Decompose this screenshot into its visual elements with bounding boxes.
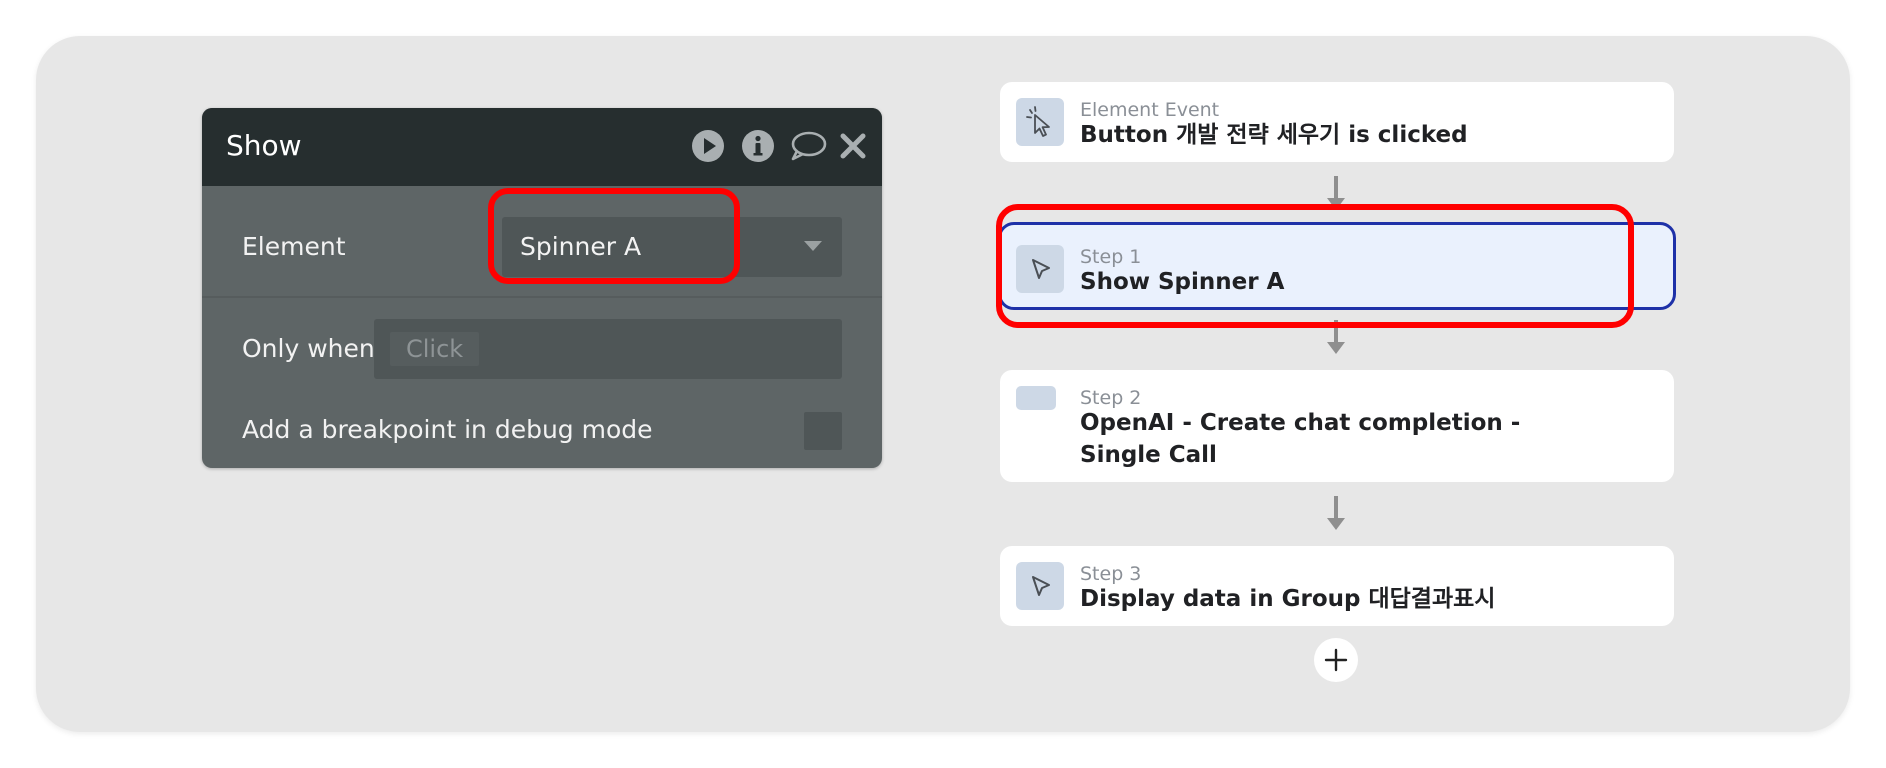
step-2-kicker: Step 2 xyxy=(1080,387,1142,409)
step-1-card[interactable]: Step 1 Show Spinner A xyxy=(998,222,1676,310)
play-circle-icon[interactable] xyxy=(690,128,726,164)
cursor-icon xyxy=(1016,562,1064,610)
chevron-down-icon xyxy=(804,241,822,251)
breakpoint-checkbox[interactable] xyxy=(804,412,842,450)
element-dropdown[interactable]: Spinner A xyxy=(502,217,842,277)
step-2-card[interactable]: Step 2 OpenAI - Create chat completion -… xyxy=(1000,370,1674,482)
arrow-down-icon xyxy=(1327,342,1345,354)
breakpoint-label: Add a breakpoint in debug mode xyxy=(242,415,653,444)
info-circle-icon[interactable] xyxy=(740,128,776,164)
panel-title: Show xyxy=(226,129,302,162)
close-icon[interactable] xyxy=(838,128,868,164)
connector-line xyxy=(1334,496,1338,520)
only-when-placeholder: Click xyxy=(390,332,480,366)
only-when-label: Only when xyxy=(242,334,375,363)
plus-icon xyxy=(1324,648,1348,672)
event-title: Button 개발 전략 세우기 is clicked xyxy=(1080,122,1468,148)
step-1-kicker: Step 1 xyxy=(1080,246,1142,268)
connector-line xyxy=(1334,320,1338,344)
panel-divider xyxy=(202,296,882,298)
event-kicker: Element Event xyxy=(1080,99,1220,121)
action-property-panel: Show Element Spinner A Only when Click A… xyxy=(202,108,882,468)
cursor-sparkle-icon xyxy=(1016,98,1064,146)
panel-header: Show xyxy=(202,108,882,186)
step-3-kicker: Step 3 xyxy=(1080,563,1142,585)
step-3-title: Display data in Group 대답결과표시 xyxy=(1080,586,1496,612)
connector-line xyxy=(1334,176,1338,200)
element-label: Element xyxy=(242,232,346,261)
cursor-icon xyxy=(1016,245,1064,293)
arrow-down-icon xyxy=(1327,198,1345,210)
event-card[interactable]: Element Event Button 개발 전략 세우기 is clicke… xyxy=(1000,82,1674,162)
element-dropdown-value: Spinner A xyxy=(520,232,642,261)
only-when-input[interactable]: Click xyxy=(374,319,842,379)
plugin-icon xyxy=(1016,386,1056,410)
add-step-button[interactable] xyxy=(1314,638,1358,682)
step-3-card[interactable]: Step 3 Display data in Group 대답결과표시 xyxy=(1000,546,1674,626)
arrow-down-icon xyxy=(1327,518,1345,530)
step-1-title: Show Spinner A xyxy=(1080,269,1285,295)
comment-icon[interactable] xyxy=(788,128,828,164)
step-2-title: OpenAI - Create chat completion - Single… xyxy=(1080,410,1521,468)
